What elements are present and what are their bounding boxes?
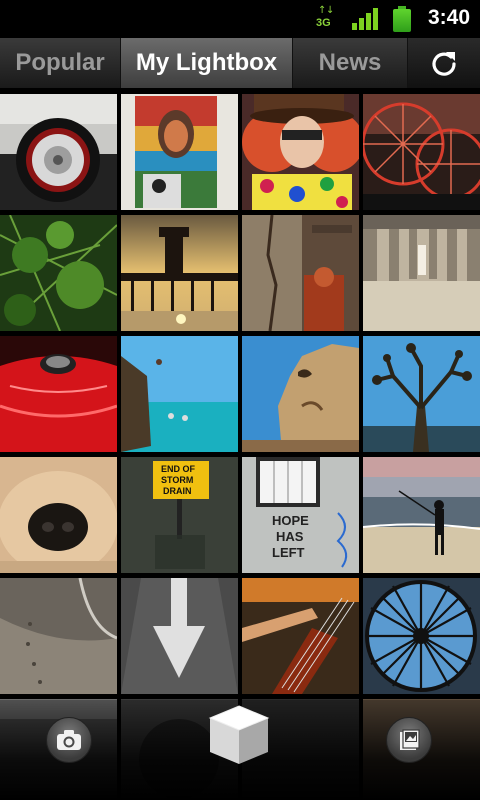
network-3g-icon: ↑ ↓ 3G xyxy=(316,5,335,30)
bottom-action-bar xyxy=(0,700,480,800)
photo-thumbnail[interactable] xyxy=(242,215,359,331)
camera-icon xyxy=(57,730,81,750)
photo-thumbnail[interactable] xyxy=(121,215,238,331)
photo-thumbnail[interactable] xyxy=(0,215,117,331)
photo-thumbnail[interactable] xyxy=(363,215,480,331)
svg-text:STORM: STORM xyxy=(161,475,193,485)
refresh-icon xyxy=(432,52,456,76)
tab-popular[interactable]: Popular xyxy=(0,38,121,88)
photo-thumbnail[interactable] xyxy=(363,94,480,210)
photo-thumbnail[interactable] xyxy=(242,94,359,210)
photo-thumbnail[interactable] xyxy=(121,94,238,210)
status-bar: ↑ ↓ 3G 3:40 xyxy=(0,0,480,38)
photo-thumbnail[interactable] xyxy=(363,578,480,694)
photo-thumbnail[interactable] xyxy=(0,336,117,452)
tab-my-lightbox[interactable]: My Lightbox xyxy=(121,38,293,88)
camera-button[interactable] xyxy=(46,717,92,763)
signal-strength-icon xyxy=(352,8,378,30)
photo-thumbnail[interactable] xyxy=(363,457,480,573)
battery-icon xyxy=(393,6,411,32)
photo-thumbnail[interactable] xyxy=(121,578,238,694)
photo-thumbnail[interactable] xyxy=(0,457,117,573)
lightbox-button[interactable] xyxy=(206,702,272,768)
refresh-button[interactable] xyxy=(408,38,480,88)
gallery-icon xyxy=(400,729,420,750)
svg-text:HOPE: HOPE xyxy=(272,513,309,528)
photo-thumbnail[interactable] xyxy=(121,336,238,452)
photo-thumbnail[interactable] xyxy=(242,578,359,694)
lightbox-cube-icon xyxy=(208,705,270,764)
tab-news[interactable]: News xyxy=(293,38,408,88)
svg-text:END OF: END OF xyxy=(161,464,196,474)
status-time: 3:40 xyxy=(428,6,471,29)
photo-thumbnail[interactable] xyxy=(242,336,359,452)
photo-thumbnail[interactable]: END OF STORM DRAIN xyxy=(121,457,238,573)
svg-text:HAS: HAS xyxy=(276,529,304,544)
svg-text:DRAIN: DRAIN xyxy=(163,486,192,496)
photo-thumbnail[interactable] xyxy=(0,94,117,210)
svg-text:LEFT: LEFT xyxy=(272,545,305,560)
photo-thumbnail[interactable]: HOPE HAS LEFT xyxy=(242,457,359,573)
photo-thumbnail[interactable] xyxy=(0,578,117,694)
gallery-button[interactable] xyxy=(386,717,432,763)
tab-bar: Popular My Lightbox News xyxy=(0,38,480,90)
photo-grid: END OF STORM DRAIN HOPE HAS LEFT xyxy=(0,94,480,800)
photo-thumbnail[interactable] xyxy=(363,336,480,452)
